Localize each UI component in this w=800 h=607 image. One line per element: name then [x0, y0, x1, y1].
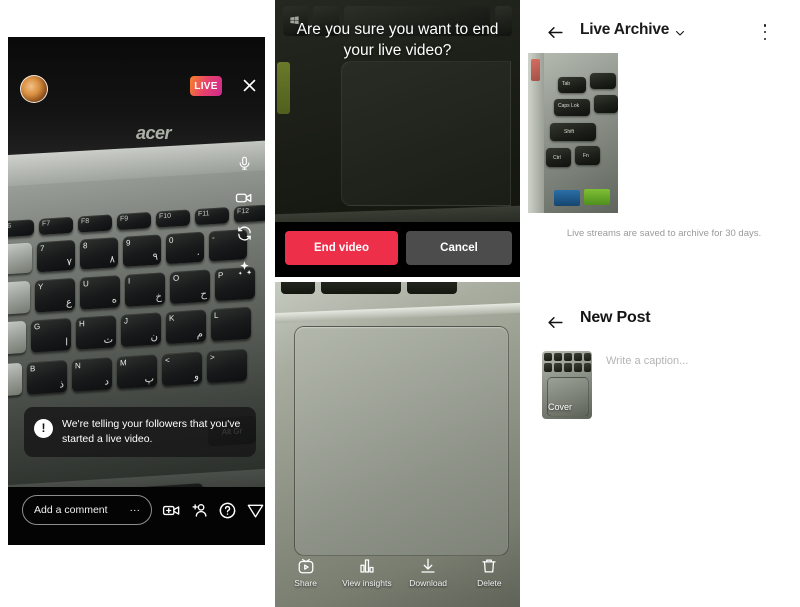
live-bottom-bar: Add a comment ···: [8, 495, 265, 529]
igtv-share-icon: [298, 558, 314, 574]
thumb-key-caps: Caps Lok: [554, 99, 590, 116]
download-button[interactable]: Download: [399, 557, 457, 588]
live-toast: ! We're telling your followers that you'…: [24, 407, 256, 458]
thumb-key-fn: Fn: [575, 146, 600, 165]
live-top-bar: LIVE: [8, 72, 265, 112]
view-insights-button[interactable]: View insights: [338, 557, 396, 588]
deck-seam: [275, 302, 520, 324]
info-icon: !: [34, 419, 53, 438]
thumb-key-tab: Tab: [558, 77, 586, 93]
download-label: Download: [409, 578, 448, 588]
chevron-down-icon[interactable]: [674, 27, 686, 39]
new-post-panel: New Post Cover Write a caption... Tag pe…: [528, 282, 800, 607]
cover-thumbnail[interactable]: Cover: [542, 351, 592, 419]
page-title: New Post: [580, 309, 651, 326]
red-marking: [531, 59, 540, 81]
sticker-blue: [554, 190, 580, 206]
thumb-key-ctrl: Ctrl: [546, 148, 571, 167]
end-live-confirm-panel: Are you sure you want to end your live v…: [275, 0, 520, 277]
archived-video-panel: Share View insights Download Delete: [275, 282, 520, 607]
overflow-menu-icon[interactable]: [756, 22, 774, 42]
live-archive-panel: Live Archive Tab Caps Lok Shift Ctrl Fn …: [528, 0, 800, 263]
bar-chart-insights-icon: [360, 559, 374, 573]
archive-note: Live streams are saved to archive for 30…: [566, 228, 762, 239]
archive-header: Live Archive: [528, 14, 800, 50]
video-action-bar: Share View insights Download Delete: [275, 555, 520, 603]
avatar[interactable]: [20, 75, 48, 103]
end-video-button[interactable]: End video: [285, 231, 398, 265]
screenshot-root: acer F6 F7 F8 F9 F10 F11 F12 6 7٧ 8٨ 9٩ …: [0, 0, 800, 607]
delete-label: Delete: [477, 578, 502, 588]
add-comment-placeholder: Add a comment: [34, 504, 108, 516]
archive-thumbnail[interactable]: Tab Caps Lok Shift Ctrl Fn: [528, 53, 618, 213]
video-camera-icon[interactable]: [231, 185, 257, 211]
trash-delete-icon: [482, 559, 497, 573]
confirm-question: Are you sure you want to end your live v…: [296, 21, 499, 59]
invite-person-icon[interactable]: [188, 499, 210, 521]
cancel-button[interactable]: Cancel: [406, 231, 512, 265]
thumb-key-shift: Shift: [550, 123, 596, 141]
add-video-icon[interactable]: [160, 499, 182, 521]
microphone-icon[interactable]: [231, 150, 257, 176]
live-broadcast-panel: acer F6 F7 F8 F9 F10 F11 F12 6 7٧ 8٨ 9٩ …: [8, 37, 265, 545]
question-help-icon[interactable]: [216, 499, 238, 521]
view-insights-label: View insights: [342, 578, 392, 588]
page-title: Live Archive: [580, 21, 670, 38]
close-icon[interactable]: [236, 72, 262, 98]
sparkles-effects-icon[interactable]: [231, 255, 257, 281]
delete-button[interactable]: Delete: [460, 557, 518, 588]
new-post-header: New Post: [528, 307, 800, 337]
back-arrow-icon[interactable]: [542, 19, 568, 45]
back-arrow-icon[interactable]: [542, 309, 568, 335]
bg-key-row: [275, 282, 520, 296]
live-toast-text: We're telling your followers that you've…: [62, 418, 241, 446]
send-direct-icon[interactable]: [244, 499, 265, 521]
live-video-feed: acer F6 F7 F8 F9 F10 F11 F12 6 7٧ 8٨ 9٩ …: [8, 37, 265, 545]
cover-label: Cover: [548, 402, 573, 412]
comment-more-icon[interactable]: ···: [130, 504, 141, 516]
acer-logo: acer: [136, 123, 172, 143]
caption-input[interactable]: Write a caption...: [606, 355, 688, 367]
add-comment-input[interactable]: Add a comment ···: [22, 495, 152, 525]
thumb-key-misc: [590, 73, 616, 89]
live-badge: LIVE: [190, 76, 222, 96]
flip-camera-icon[interactable]: [231, 220, 257, 246]
sticker-green: [584, 189, 610, 205]
trackpad-surface: [294, 326, 509, 556]
confirm-button-bar: End video Cancel: [275, 222, 520, 277]
share-label: Share: [294, 578, 317, 588]
download-arrow-icon: [421, 558, 435, 573]
thumb-key-side: [594, 95, 618, 113]
share-button[interactable]: Share: [277, 557, 335, 588]
